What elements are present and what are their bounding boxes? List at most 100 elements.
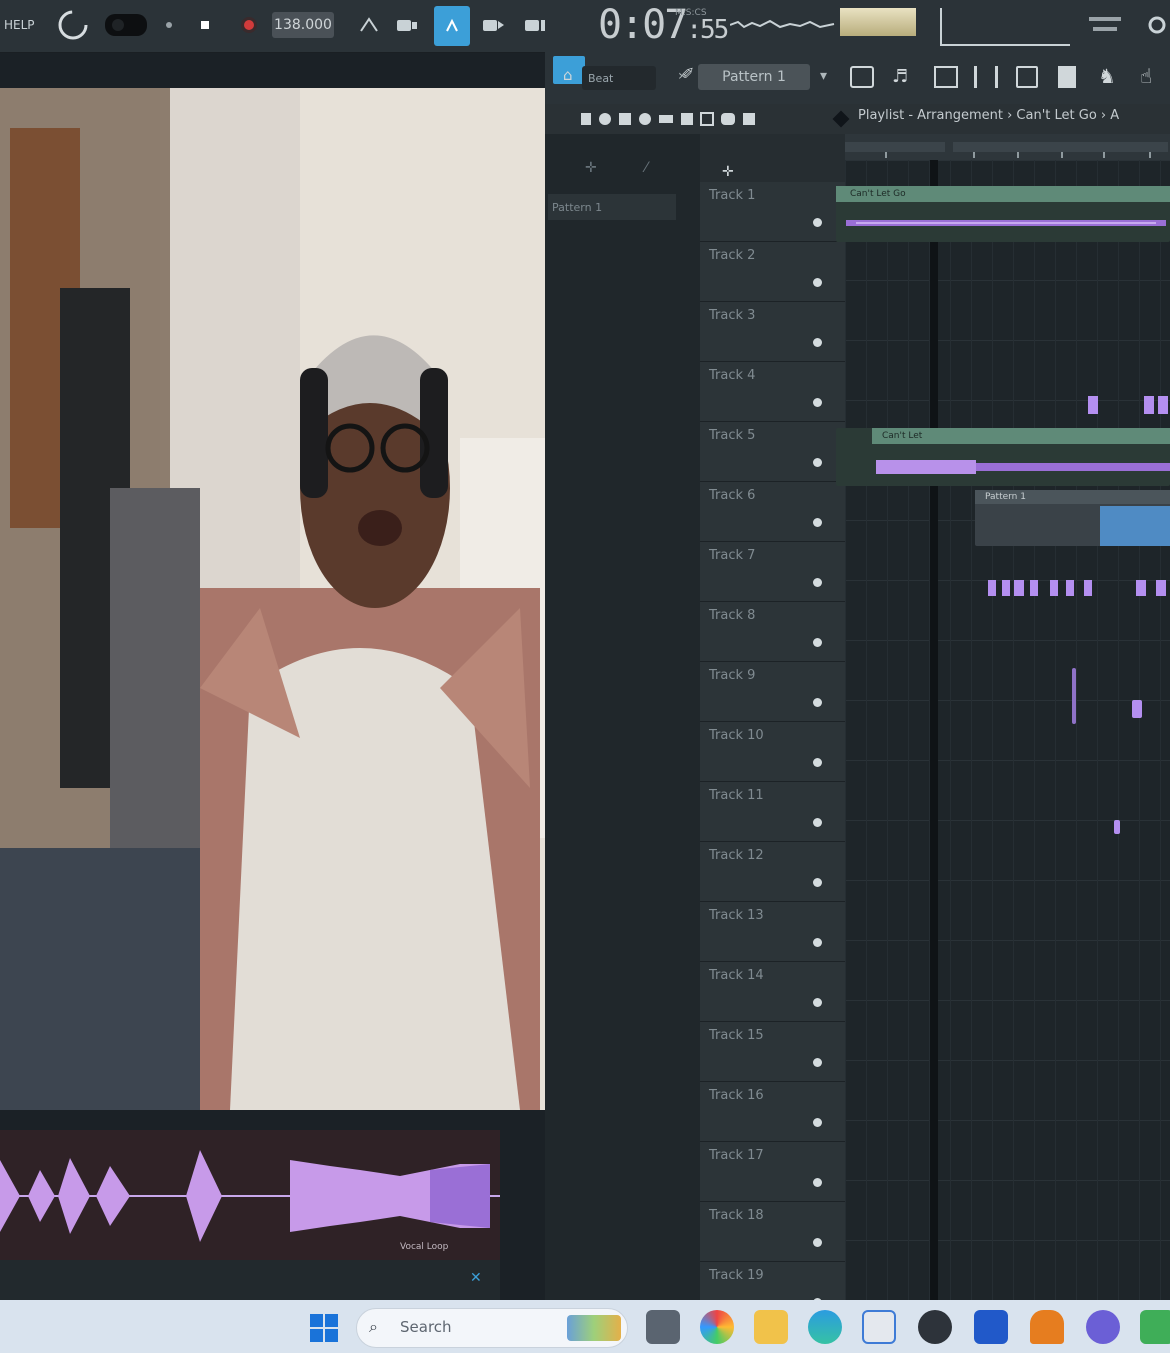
track-header[interactable]: Track 14 [700, 962, 845, 1022]
track-mute-dot-icon[interactable] [813, 758, 822, 767]
master-meter [840, 8, 916, 36]
track-name: Track 8 [709, 608, 756, 623]
fl-studio-icon[interactable] [1030, 1310, 1064, 1344]
audio-clip-track1[interactable]: Can't Let Go [836, 186, 1170, 242]
track-header[interactable]: Track 5 [700, 422, 845, 482]
file-explorer-icon[interactable] [754, 1310, 788, 1344]
channel-rack-icon[interactable] [934, 66, 958, 88]
track-header[interactable]: Track 8 [700, 602, 845, 662]
track-mute-dot-icon[interactable] [813, 1178, 822, 1187]
track-mute-dot-icon[interactable] [813, 398, 822, 407]
copilot-icon[interactable] [700, 1310, 734, 1344]
track-header[interactable]: Track 11 [700, 782, 845, 842]
windows-start-icon[interactable] [308, 1312, 340, 1348]
obs-icon[interactable] [918, 1310, 952, 1344]
plugin-database-icon[interactable]: ♞ [1098, 64, 1116, 88]
store-icon[interactable] [862, 1310, 896, 1344]
app-icon-green[interactable] [1140, 1310, 1170, 1344]
loop-record-icon[interactable] [56, 10, 90, 40]
track-mute-dot-icon[interactable] [813, 1058, 822, 1067]
track-mute-dot-icon[interactable] [813, 1238, 822, 1247]
picker-slash-icon[interactable]: ⁄ [645, 160, 647, 176]
blend-notes-icon[interactable] [478, 10, 508, 40]
track-mute-dot-icon[interactable] [813, 878, 822, 887]
track-header[interactable]: Track 15 [700, 1022, 845, 1082]
add-track-icon[interactable]: ✛ [722, 164, 734, 180]
home-icon[interactable]: ⌂ [563, 66, 573, 84]
browser-icon[interactable] [1016, 66, 1038, 88]
track-header[interactable]: Track 16 [700, 1082, 845, 1142]
track-header[interactable]: Track 13 [700, 902, 845, 962]
mixer-icon[interactable] [974, 66, 998, 88]
edge-browser-icon[interactable] [808, 1310, 842, 1344]
track-mute-dot-icon[interactable] [813, 1118, 822, 1127]
help-menu[interactable]: HELP [4, 10, 35, 40]
app-icon-blue[interactable] [974, 1310, 1008, 1344]
record-button[interactable] [236, 10, 262, 40]
task-view-icon[interactable] [646, 1310, 680, 1344]
countdown-toggle-icon[interactable] [434, 6, 470, 46]
audio-clip-track5[interactable]: Can't Let [836, 428, 1170, 486]
track-mute-dot-icon[interactable] [813, 338, 822, 347]
pattern-selector[interactable]: Pattern 1 [698, 64, 810, 90]
track-name: Track 6 [709, 488, 756, 503]
track-header[interactable]: Track 17 [700, 1142, 845, 1202]
pattern-clip-track6[interactable]: Pattern 1 [975, 490, 1170, 546]
pattern-menu-arrow-icon[interactable]: ▾ [820, 68, 827, 84]
track-mute-dot-icon[interactable] [813, 638, 822, 647]
track-header[interactable]: Track 10 [700, 722, 845, 782]
discord-icon[interactable] [1086, 1310, 1120, 1344]
track-name: Track 17 [709, 1148, 764, 1163]
taskbar-search-box[interactable]: ⌕ [356, 1308, 628, 1348]
track-header[interactable]: Track 7 [700, 542, 845, 602]
pattern-prev-arrow-icon[interactable]: › [678, 68, 684, 84]
track-header[interactable]: Track 6 [700, 482, 845, 542]
note-clip-track9b[interactable] [1132, 700, 1142, 718]
play-dot-icon[interactable] [158, 10, 180, 40]
piano-roll-icon[interactable]: ♬ [892, 66, 908, 87]
track-mute-dot-icon[interactable] [813, 698, 822, 707]
clip-waveform [876, 460, 1170, 474]
track-header[interactable]: Track 18 [700, 1202, 845, 1262]
step-edit-icon[interactable] [520, 10, 550, 40]
stop-button[interactable] [194, 10, 216, 40]
track-mute-dot-icon[interactable] [813, 938, 822, 947]
wait-input-icon[interactable] [392, 10, 422, 40]
playlist-window-icon[interactable] [850, 66, 874, 88]
track-header[interactable]: Track 12 [700, 842, 845, 902]
song-time-display[interactable]: 0:07:55 [598, 2, 729, 48]
close-preview-icon[interactable]: ✕ [470, 1270, 482, 1286]
track-mute-dot-icon[interactable] [813, 218, 822, 227]
picker-add-icon[interactable]: ✛ [585, 160, 597, 176]
track-mute-dot-icon[interactable] [813, 458, 822, 467]
preset-selector[interactable]: Beat [582, 66, 656, 90]
metronome-icon[interactable] [354, 10, 384, 40]
note-clip-track9[interactable] [1072, 668, 1076, 724]
track-mute-dot-icon[interactable] [813, 998, 822, 1007]
track-header[interactable]: Track 4 [700, 362, 845, 422]
playlist-menu-icon[interactable] [832, 110, 850, 128]
settings-gear-icon[interactable] [1144, 10, 1170, 40]
track-header[interactable]: Track 9 [700, 662, 845, 722]
track-mute-dot-icon[interactable] [813, 818, 822, 827]
project-file-icon[interactable] [1058, 66, 1076, 88]
pattern-clip-track4[interactable] [1086, 366, 1170, 422]
tempo-display[interactable]: 138.000 [272, 12, 334, 38]
track-name: Track 10 [709, 728, 764, 743]
track-mute-dot-icon[interactable] [813, 518, 822, 527]
playlist-grid[interactable] [845, 160, 1170, 1300]
pattern-clip-track7[interactable] [980, 546, 1170, 606]
track-name: Track 19 [709, 1268, 764, 1283]
track-mute-dot-icon[interactable] [813, 278, 822, 287]
track-header[interactable]: Track 3 [700, 302, 845, 362]
help-hand-icon[interactable]: ☝ [1140, 64, 1152, 88]
playlist-tool-icons[interactable] [575, 110, 755, 128]
timeline-ruler[interactable] [845, 134, 1170, 160]
track-header[interactable]: Track 1 [700, 182, 845, 242]
note-clip-track11[interactable] [1114, 820, 1120, 834]
picker-pattern-item[interactable]: Pattern 1 [548, 194, 676, 220]
track-mute-dot-icon[interactable] [813, 578, 822, 587]
pattern-song-toggle[interactable] [104, 10, 148, 40]
playhead-marker[interactable] [930, 160, 938, 1300]
track-header[interactable]: Track 2 [700, 242, 845, 302]
